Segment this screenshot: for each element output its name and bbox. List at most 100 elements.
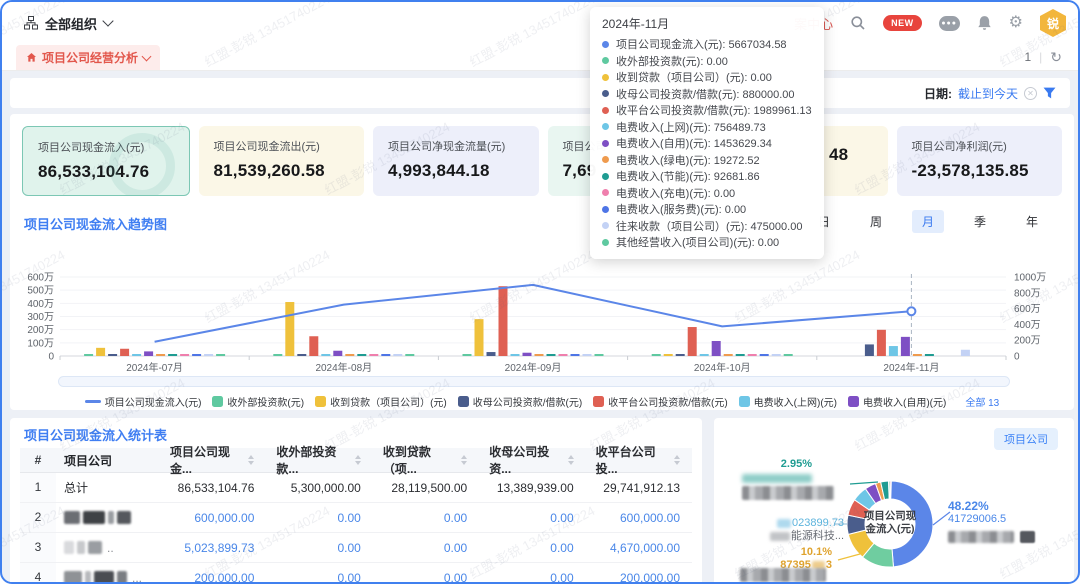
- period-tab-周[interactable]: 周: [860, 210, 892, 233]
- cash-inflow-table: #项目公司项目公司现金...收外部投资款...收到贷款（项...收母公司投资..…: [20, 448, 692, 584]
- kpi-card-1[interactable]: 项目公司现金流入(元)86,533,104.76: [22, 126, 190, 196]
- filter-funnel-icon[interactable]: [1043, 87, 1056, 99]
- tooltip-item: 收母公司投资款/借款(元): 880000.00: [602, 86, 812, 103]
- redacted-company-name: [740, 568, 826, 582]
- svg-text:400万: 400万: [1014, 320, 1041, 331]
- svg-text:2024年-10月: 2024年-10月: [694, 361, 751, 374]
- legend-label: 收平台公司投资款/借款(元): [608, 394, 727, 409]
- kpi-card-3[interactable]: 项目公司净现金流量(元)4,993,844.18: [373, 126, 539, 196]
- kpi-card-2[interactable]: 项目公司现金流出(元)81,539,260.58: [199, 126, 365, 196]
- new-badge[interactable]: NEW: [883, 15, 922, 31]
- value-cell: 29,741,912.13: [586, 481, 692, 495]
- main-panel: 项目公司现金流入(元)86,533,104.76项目公司现金流出(元)81,53…: [10, 114, 1074, 410]
- data-zoom-slider[interactable]: [58, 376, 1010, 387]
- table-card: 项目公司现金流入统计表 #项目公司项目公司现金...收外部投资款...收到贷款（…: [10, 418, 702, 584]
- avatar[interactable]: 锐: [1040, 9, 1066, 37]
- value-cell: 0.00: [479, 511, 585, 525]
- date-filter[interactable]: 日期: 截止到今天 ✕: [924, 78, 1056, 108]
- series-dot: [602, 41, 609, 48]
- legend-item[interactable]: 收到贷款（项目公司）(元): [315, 394, 447, 409]
- legend-more-link[interactable]: 全部 13: [965, 394, 999, 409]
- gear-icon[interactable]: ⚙: [1009, 15, 1023, 31]
- chart-legend: 项目公司现金流入(元) 收外部投资款(元) 收到贷款（项目公司）(元) 收母公司投资款…: [10, 394, 1074, 409]
- clear-filter-icon[interactable]: ✕: [1024, 87, 1037, 100]
- search-icon[interactable]: [850, 15, 866, 31]
- redacted-company-name: [85, 571, 91, 584]
- column-header[interactable]: 收外部投资款...: [266, 443, 372, 477]
- tab-project-analysis[interactable]: 项目公司经营分析: [16, 45, 160, 70]
- refresh-icon[interactable]: ↻: [1050, 49, 1062, 66]
- table-row[interactable]: 3..5,023,899.730.000.000.004,670,000.00: [20, 533, 692, 563]
- chevron-down-icon: [142, 51, 152, 61]
- chart-tooltip: 2024年-11月 项目公司现金流入(元): 5667034.58收外部投资款(…: [590, 7, 824, 259]
- tooltip-text: 电费收入(节能)(元): 92681.86: [616, 168, 760, 184]
- page-number: 1: [1024, 50, 1031, 64]
- svg-text:600万: 600万: [27, 273, 54, 284]
- legend-swatch: [739, 396, 750, 407]
- column-header[interactable]: 收到贷款（项...: [373, 443, 479, 477]
- project-company-chip[interactable]: 项目公司: [994, 428, 1058, 450]
- pager-divider: |: [1039, 50, 1042, 64]
- sort-icon[interactable]: [461, 452, 467, 468]
- chevron-down-icon: [102, 15, 113, 26]
- tooltip-text: 项目公司现金流入(元): 5667034.58: [616, 36, 787, 52]
- svg-text:2024年-07月: 2024年-07月: [126, 361, 183, 374]
- donut-card: 项目公司 项目公司现 金流入(元) 2.95% 023899.73 能源科技..…: [714, 418, 1074, 584]
- date-filter-value[interactable]: 截止到今天: [958, 85, 1018, 102]
- redacted-company-name: [88, 541, 102, 554]
- redacted-company-name: [948, 531, 1014, 543]
- row-index: 1: [20, 473, 56, 502]
- blurred-digits: [777, 519, 791, 528]
- value-cell: 0.00: [266, 511, 372, 525]
- tooltip-text: 收外部投资款(元): 0.00: [616, 53, 728, 69]
- redacted-block: [1020, 531, 1035, 543]
- legend-swatch: [593, 396, 604, 407]
- chat-icon[interactable]: ●●●: [939, 16, 960, 31]
- value-cell: 0.00: [373, 571, 479, 584]
- table-row[interactable]: 1总计86,533,104.765,300,000.0028,119,500.0…: [20, 473, 692, 503]
- period-tab-年[interactable]: 年: [1016, 210, 1048, 233]
- sort-icon[interactable]: [355, 452, 361, 468]
- sort-icon[interactable]: [674, 452, 680, 468]
- period-tab-季[interactable]: 季: [964, 210, 996, 233]
- series-dot: [602, 156, 609, 163]
- svg-text:500万: 500万: [27, 286, 54, 297]
- value-cell: 0.00: [479, 541, 585, 555]
- bell-icon[interactable]: [977, 15, 992, 31]
- svg-text:0: 0: [48, 352, 54, 363]
- kpi-card-6[interactable]: 项目公司净利润(元)-23,578,135.85: [897, 126, 1063, 196]
- sort-icon[interactable]: [248, 452, 254, 468]
- sort-icon[interactable]: [568, 452, 574, 468]
- trend-chart-title: 项目公司现金流入趋势图: [24, 214, 167, 233]
- legend-item[interactable]: 收外部投资款(元): [212, 394, 304, 409]
- column-header[interactable]: 项目公司现金...: [160, 443, 266, 477]
- trend-chart[interactable]: 600万500万400万300万200万100万01000万800万600万40…: [16, 262, 1068, 376]
- column-header[interactable]: 收平台公司投...: [586, 443, 692, 477]
- series-dot: [602, 74, 609, 81]
- org-selector[interactable]: 全部组织: [24, 2, 112, 44]
- series-dot: [602, 222, 609, 229]
- topbar-actions: 案中心 NEW ●●● ⚙ 锐: [794, 2, 1066, 44]
- tooltip-item: 收到贷款（项目公司）(元): 0.00: [602, 69, 812, 86]
- tooltip-text: 收到贷款（项目公司）(元): 0.00: [616, 69, 772, 85]
- period-tab-月[interactable]: 月: [912, 210, 944, 233]
- tooltip-text: 电费收入(充电)(元): 0.00: [616, 185, 735, 201]
- table-title: 项目公司现金流入统计表: [24, 425, 167, 444]
- legend-item[interactable]: 收母公司投资款/借款(元): [458, 394, 582, 409]
- table-row[interactable]: 4...200,000.000.000.000.00200,000.00: [20, 563, 692, 584]
- donut-callout-blue: 48.22% 41729006.5: [948, 500, 1035, 543]
- column-header[interactable]: 收母公司投资...: [479, 443, 585, 477]
- redacted-company-name: [94, 571, 114, 584]
- top-bar: 全部组织 案中心 NEW ●●● ⚙ 锐: [2, 2, 1078, 44]
- legend-item[interactable]: 电费收入(上网)(元): [739, 394, 837, 409]
- legend-item[interactable]: 电费收入(自用)(元): [848, 394, 946, 409]
- tooltip-text: 电费收入(上网)(元): 756489.73: [616, 119, 766, 135]
- svg-text:2024年-11月: 2024年-11月: [883, 361, 939, 374]
- kpi-value: 81,539,260.58: [214, 161, 350, 181]
- svg-text:200万: 200万: [27, 325, 54, 336]
- legend-item[interactable]: 项目公司现金流入(元): [85, 394, 202, 409]
- table-row[interactable]: 2600,000.000.000.000.00600,000.00: [20, 503, 692, 533]
- series-dot: [602, 189, 609, 196]
- legend-item[interactable]: 收平台公司投资款/借款(元): [593, 394, 727, 409]
- column-header: 项目公司: [56, 452, 160, 469]
